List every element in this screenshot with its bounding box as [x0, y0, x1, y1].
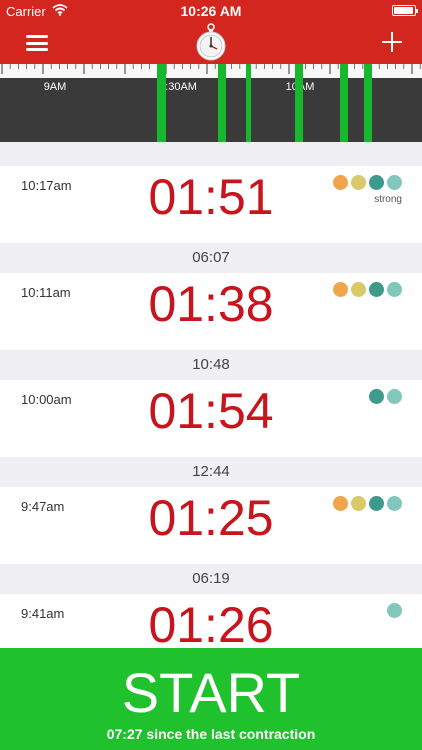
interval-label: 10:48 [0, 350, 422, 380]
intensity-dot [387, 389, 402, 404]
stopwatch-icon [196, 23, 226, 61]
intensity-dot [387, 603, 402, 618]
timeline-contraction-bar [246, 64, 251, 142]
battery-icon [392, 5, 418, 16]
intensity-dot [333, 282, 348, 297]
intensity-dots [387, 603, 402, 618]
contraction-row[interactable]: 10:00am 01:54 [0, 380, 422, 457]
intensity-dots [369, 389, 402, 404]
timeline-contraction-bar [295, 64, 303, 142]
start-label: START [121, 661, 301, 724]
status-time: 10:26 AM [180, 3, 242, 19]
intensity-dot [333, 175, 348, 190]
timeline-contraction-bar [340, 64, 348, 142]
timeline-label-9am: 9AM [43, 81, 67, 93]
contraction-duration: 01:54 [148, 383, 274, 439]
intensity-dot [351, 175, 366, 190]
since-last-contraction: 07:27 since the last contraction [106, 726, 316, 742]
add-contraction-icon[interactable] [382, 32, 402, 52]
start-button[interactable]: START 07:27 since the last contraction [0, 648, 422, 750]
interval-label: 06:19 [0, 564, 422, 594]
hamburger-menu-icon[interactable] [26, 35, 48, 51]
intensity-dots [333, 282, 402, 297]
list-top-spacer [0, 142, 422, 166]
intensity-dot [369, 282, 384, 297]
intensity-dot [351, 282, 366, 297]
intensity-dot [369, 175, 384, 190]
intensity-dot [369, 496, 384, 511]
intensity-dot [387, 496, 402, 511]
intensity-dot [387, 175, 402, 190]
intensity-dot [351, 496, 366, 511]
contraction-duration: 01:26 [148, 597, 274, 648]
contraction-row[interactable]: 9:41am 01:26 [0, 594, 422, 648]
intensity-dots [333, 496, 402, 511]
contraction-row[interactable]: 10:17am 01:51 strong [0, 166, 422, 243]
intensity-dot [369, 389, 384, 404]
intensity-label: strong [374, 194, 402, 205]
timeline-contraction-bar [157, 64, 166, 142]
timeline-ruler [0, 64, 422, 78]
timeline-contraction-bar [218, 64, 226, 142]
interval-label: 12:44 [0, 457, 422, 487]
contraction-timeline[interactable]: 9AM 9:30AM 10AM [0, 64, 422, 142]
intensity-dot [333, 496, 348, 511]
contraction-list[interactable]: 10:17am 01:51 strong 06:07 10:11am 01:38… [0, 142, 422, 648]
contraction-row[interactable]: 9:47am 01:25 [0, 487, 422, 564]
intensity-dots [333, 175, 402, 190]
intensity-dot [387, 282, 402, 297]
contraction-row[interactable]: 10:11am 01:38 [0, 273, 422, 350]
status-bar: Carrier 10:26 AM [0, 0, 422, 22]
interval-label: 06:07 [0, 243, 422, 273]
timeline-contraction-bar [364, 64, 372, 142]
nav-bar [0, 22, 422, 64]
